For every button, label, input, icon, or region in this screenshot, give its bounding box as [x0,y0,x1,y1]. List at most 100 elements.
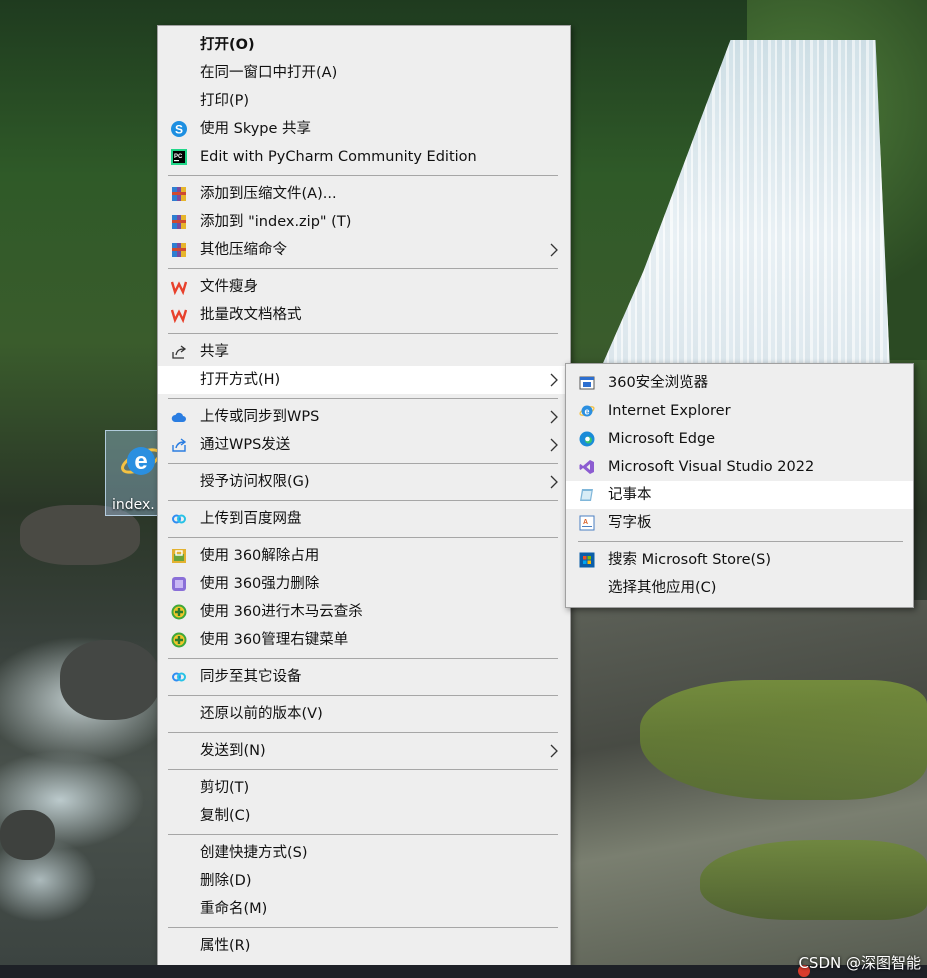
menu-separator [168,769,558,770]
wallpaper-rock [0,810,55,860]
submenu-item-wordpad[interactable]: A 写字板 [566,509,913,537]
menu-item-label: 其他压缩命令 [200,242,287,258]
360-manage-icon [171,632,187,648]
menu-item-rename[interactable]: 重命名(M) [158,895,570,923]
svg-text:PC: PC [174,154,183,160]
menu-item-baidu-upload[interactable]: 上传到百度网盘 [158,505,570,533]
menu-item-360-scan[interactable]: 使用 360进行木马云查杀 [158,598,570,626]
chevron-right-icon [550,243,558,257]
menu-item-print[interactable]: 打印(P) [158,87,570,115]
visual-studio-icon [579,460,594,474]
menu-item-open-same-window[interactable]: 在同一窗口中打开(A) [158,59,570,87]
submenu-item-internet-explorer[interactable]: e Internet Explorer [566,397,913,425]
menu-item-label: 删除(D) [200,873,252,889]
360-delete-icon [172,577,186,591]
menu-item-label: 上传到百度网盘 [200,511,302,527]
menu-item-label: 使用 360强力删除 [200,576,320,592]
desktop-file-icon[interactable]: e index. [105,430,161,516]
svg-text:e: e [134,448,147,475]
menu-item-restore-versions[interactable]: 还原以前的版本(V) [158,700,570,728]
menu-item-label: 授予访问权限(G) [200,474,310,490]
edge-icon [579,431,595,447]
menu-item-share[interactable]: 共享 [158,338,570,366]
menu-separator [168,333,558,334]
menu-item-copy[interactable]: 复制(C) [158,802,570,830]
taskbar [0,965,927,978]
submenu-item-choose-other[interactable]: 选择其他应用(C) [566,574,913,602]
menu-item-label: 批量改文档格式 [200,307,302,323]
submenu-item-360-browser[interactable]: 360安全浏览器 [566,369,913,397]
wallpaper-waterfall [600,40,890,370]
chevron-right-icon [550,373,558,387]
menu-item-360-manage[interactable]: 使用 360管理右键菜单 [158,626,570,654]
menu-item-delete[interactable]: 删除(D) [158,867,570,895]
menu-separator [168,732,558,733]
internet-explorer-icon: e [579,405,595,417]
menu-item-label: Edit with PyCharm Community Edition [200,149,477,165]
pycharm-icon: PC [171,149,187,165]
store-icon [579,552,595,568]
submenu-item-search-store[interactable]: 搜索 Microsoft Store(S) [566,546,913,574]
submenu-item-label: 360安全浏览器 [608,375,709,391]
menu-separator [168,658,558,659]
menu-item-360-delete[interactable]: 使用 360强力删除 [158,570,570,598]
menu-item-skype-share[interactable]: S 使用 Skype 共享 [158,115,570,143]
notepad-icon [580,489,593,501]
share-icon [172,345,187,359]
submenu-item-edge[interactable]: Microsoft Edge [566,425,913,453]
chevron-right-icon [550,744,558,758]
submenu-item-label: 写字板 [608,515,652,531]
menu-item-create-shortcut[interactable]: 创建快捷方式(S) [158,839,570,867]
menu-item-batch-convert[interactable]: 批量改文档格式 [158,301,570,329]
menu-separator [168,175,558,176]
menu-item-label: 添加到 "index.zip" (T) [200,214,352,230]
menu-item-file-slim[interactable]: 文件瘦身 [158,273,570,301]
menu-item-other-compress[interactable]: 其他压缩命令 [158,236,570,264]
menu-item-label: 创建快捷方式(S) [200,845,308,861]
wps-cloud-icon [171,412,186,422]
menu-item-upload-wps[interactable]: 上传或同步到WPS [158,403,570,431]
menu-item-label: 使用 360管理右键菜单 [200,632,349,648]
menu-item-label: 上传或同步到WPS [200,409,320,425]
menu-separator [168,500,558,501]
skype-icon: S [171,121,187,137]
wps-icon [171,309,187,323]
wallpaper-moss [640,680,927,800]
menu-item-label: 还原以前的版本(V) [200,706,323,722]
menu-item-open-with[interactable]: 打开方式(H) [158,366,570,394]
menu-item-label: 打印(P) [200,93,250,109]
menu-separator [168,537,558,538]
menu-item-label: 同步至其它设备 [200,669,302,685]
menu-item-label: 发送到(N) [200,743,266,759]
open-with-submenu: 360安全浏览器 e Internet Explorer Microsoft E… [565,363,914,608]
menu-item-360-unlock[interactable]: 使用 360解除占用 [158,542,570,570]
menu-item-send-wps[interactable]: 通过WPS发送 [158,431,570,459]
menu-item-cut[interactable]: 剪切(T) [158,774,570,802]
submenu-item-notepad[interactable]: 记事本 [566,481,913,509]
baidu-netdisk-icon [172,514,186,524]
menu-separator [168,398,558,399]
submenu-item-label: 记事本 [608,487,652,503]
menu-item-add-index-zip[interactable]: 添加到 "index.zip" (T) [158,208,570,236]
menu-item-properties[interactable]: 属性(R) [158,932,570,960]
context-menu: 打开(O) 在同一窗口中打开(A) 打印(P) S 使用 Skype 共享 PC… [157,25,571,966]
menu-item-open[interactable]: 打开(O) [158,31,570,59]
menu-item-sync-devices[interactable]: 同步至其它设备 [158,663,570,691]
menu-separator [168,695,558,696]
baidu-sync-icon [172,672,186,682]
menu-separator [168,463,558,464]
desktop-file-label: index. [112,497,155,513]
wps-icon [171,281,187,295]
menu-item-label: 打开方式(H) [200,372,281,388]
menu-item-send-to[interactable]: 发送到(N) [158,737,570,765]
menu-item-grant-access[interactable]: 授予访问权限(G) [158,468,570,496]
wallpaper-rock [60,640,160,720]
menu-item-label: 属性(R) [200,938,251,954]
winrar-icon [172,215,186,229]
submenu-item-visual-studio[interactable]: Microsoft Visual Studio 2022 [566,453,913,481]
menu-item-add-archive[interactable]: 添加到压缩文件(A)... [158,180,570,208]
chevron-right-icon [550,475,558,489]
menu-item-pycharm[interactable]: PC Edit with PyCharm Community Edition [158,143,570,171]
winrar-icon [172,187,186,201]
menu-item-label: 在同一窗口中打开(A) [200,65,338,81]
